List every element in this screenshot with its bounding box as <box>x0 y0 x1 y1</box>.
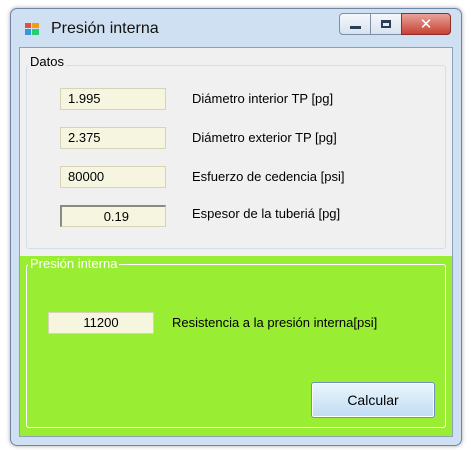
esfuerzo-cedencia-label: Esfuerzo de cedencia [psi] <box>192 169 345 184</box>
title-bar[interactable]: Presión interna ✕ <box>11 9 461 47</box>
close-button[interactable]: ✕ <box>401 13 451 35</box>
window-controls: ✕ <box>339 13 451 35</box>
datos-group-label: Datos <box>28 54 66 69</box>
resistencia-result-field[interactable]: 11200 <box>48 312 154 334</box>
minimize-icon <box>349 25 361 29</box>
maximize-icon <box>381 20 391 28</box>
diametro-interior-input[interactable]: 1.995 <box>60 88 166 110</box>
espesor-tuberia-label: Espesor de la tuberiá [pg] <box>192 206 341 221</box>
esfuerzo-cedencia-input[interactable]: 80000 <box>60 166 166 188</box>
app-window: Presión interna ✕ Datos 1.995 Diámetro i… <box>10 8 462 446</box>
presion-interna-panel: Presión interna 11200 Resistencia a la p… <box>20 256 452 436</box>
app-icon <box>25 23 39 35</box>
resistencia-label: Resistencia a la presión interna[psi] <box>172 315 378 330</box>
diametro-exterior-input[interactable]: 2.375 <box>60 127 166 149</box>
espesor-tuberia-input[interactable]: 0.19 <box>60 205 166 227</box>
diametro-exterior-label: Diámetro exterior TP [pg] <box>192 130 337 145</box>
calcular-button[interactable]: Calcular <box>311 382 435 418</box>
minimize-button[interactable] <box>339 13 371 35</box>
diametro-interior-label: Diámetro interior TP [pg] <box>192 91 334 106</box>
close-icon: ✕ <box>419 14 433 33</box>
window-title: Presión interna <box>51 20 159 37</box>
presion-group-label: Presión interna <box>28 256 120 271</box>
form-client-area: Datos 1.995 Diámetro interior TP [pg] 2.… <box>19 47 453 437</box>
maximize-button[interactable] <box>370 13 402 35</box>
